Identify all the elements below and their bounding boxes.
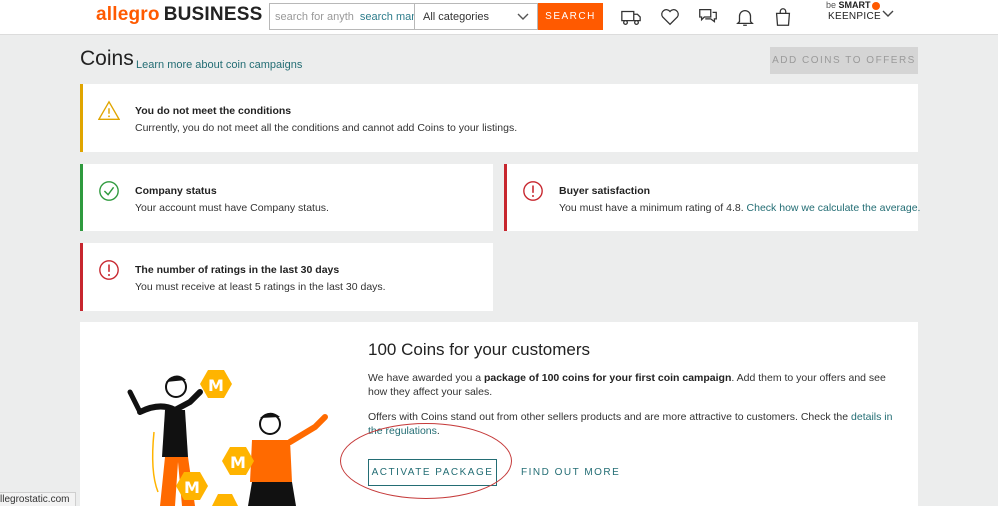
warning-title: You do not meet the conditions: [135, 105, 292, 117]
category-select[interactable]: All categories: [414, 3, 538, 30]
shopping-bag-icon[interactable]: [772, 6, 794, 28]
buyer-satisfaction-title: Buyer satisfaction: [559, 185, 651, 197]
warning-icon: [98, 100, 120, 120]
promo-reg-start: Offers with Coins stand out from other s…: [368, 411, 852, 423]
error-circle-icon: [523, 181, 543, 201]
ratings-count-card: The number of ratings in the last 30 day…: [80, 243, 493, 311]
error-circle-icon: [99, 260, 119, 280]
search-bar: search for anyth search many All categor…: [269, 3, 603, 30]
check-circle-icon: [99, 181, 119, 201]
company-status-card: Company status Your account must have Co…: [80, 164, 493, 231]
buyer-satisfaction-text: You must have a minimum rating of 4.8. C…: [559, 202, 920, 214]
warning-text: Currently, you do not meet all the condi…: [135, 122, 518, 134]
bell-icon[interactable]: [734, 6, 756, 28]
calculate-average-link[interactable]: Check how we calculate the average.: [747, 202, 921, 214]
buyer-satisfaction-card: Buyer satisfaction You must have a minim…: [504, 164, 920, 231]
promo-description: We have awarded you a package of 100 coi…: [368, 371, 908, 399]
promo-regulations-text: Offers with Coins stand out from other s…: [368, 410, 908, 438]
delivery-truck-icon[interactable]: [620, 6, 642, 28]
search-placeholder: search for anyth: [275, 10, 354, 23]
promo-title: 100 Coins for your customers: [368, 340, 591, 359]
messages-icon[interactable]: [697, 6, 719, 28]
buyer-satisfaction-desc: You must have a minimum rating of 4.8.: [559, 202, 744, 214]
svg-text:M: M: [208, 376, 224, 395]
learn-more-link[interactable]: Learn more about coin campaigns: [136, 59, 302, 71]
search-hint: search many: [359, 10, 414, 23]
ratings-count-title: The number of ratings in the last 30 day…: [135, 264, 340, 276]
account-name: KEENPICE: [828, 11, 881, 22]
page-title: Coins: [80, 47, 134, 70]
conditions-warning-card: You do not meet the conditions Currently…: [80, 84, 918, 152]
allegro-business-logo[interactable]: allegro BUSINESS: [96, 4, 262, 26]
search-button[interactable]: SEARCH: [538, 3, 603, 30]
promo-reg-end: .: [436, 425, 440, 437]
heart-icon[interactable]: [659, 6, 681, 28]
smart-badge: be SMART: [826, 0, 880, 10]
smart-dot-icon: [871, 1, 880, 10]
coins-promo-panel: M M M 100 Coins for your customers We ha…: [80, 322, 918, 506]
svg-text:M: M: [184, 478, 200, 497]
promo-desc-start: We have awarded you a: [368, 372, 484, 384]
ratings-count-text: You must receive at least 5 ratings in t…: [135, 281, 386, 293]
top-header: allegro BUSINESS search for anyth search …: [0, 0, 998, 35]
chevron-down-icon: [517, 13, 529, 20]
account-menu[interactable]: be SMART KEENPICE: [826, 0, 894, 22]
activate-package-button[interactable]: ACTIVATE PACKAGE: [368, 459, 497, 486]
logo-suffix: BUSINESS: [163, 4, 263, 25]
smart-label: SMART: [838, 0, 871, 10]
browser-status-bar: llegrostatic.com: [0, 492, 77, 506]
search-input[interactable]: search for anyth search many: [269, 3, 414, 30]
logo-brand: allegro: [96, 4, 160, 25]
chevron-down-icon: [882, 10, 894, 17]
company-status-text: Your account must have Company status.: [135, 202, 329, 214]
people-with-coins-illustration: M M M: [127, 370, 328, 506]
category-selected: All categories: [423, 10, 490, 23]
company-status-title: Company status: [135, 185, 217, 197]
add-coins-to-offers-button[interactable]: ADD COINS TO OFFERS: [770, 47, 918, 74]
smart-prefix: be: [826, 0, 837, 10]
find-out-more-button[interactable]: FIND OUT MORE: [521, 459, 620, 486]
promo-desc-bold: package of 100 coins for your first coin…: [483, 372, 732, 384]
svg-text:M: M: [230, 453, 246, 472]
